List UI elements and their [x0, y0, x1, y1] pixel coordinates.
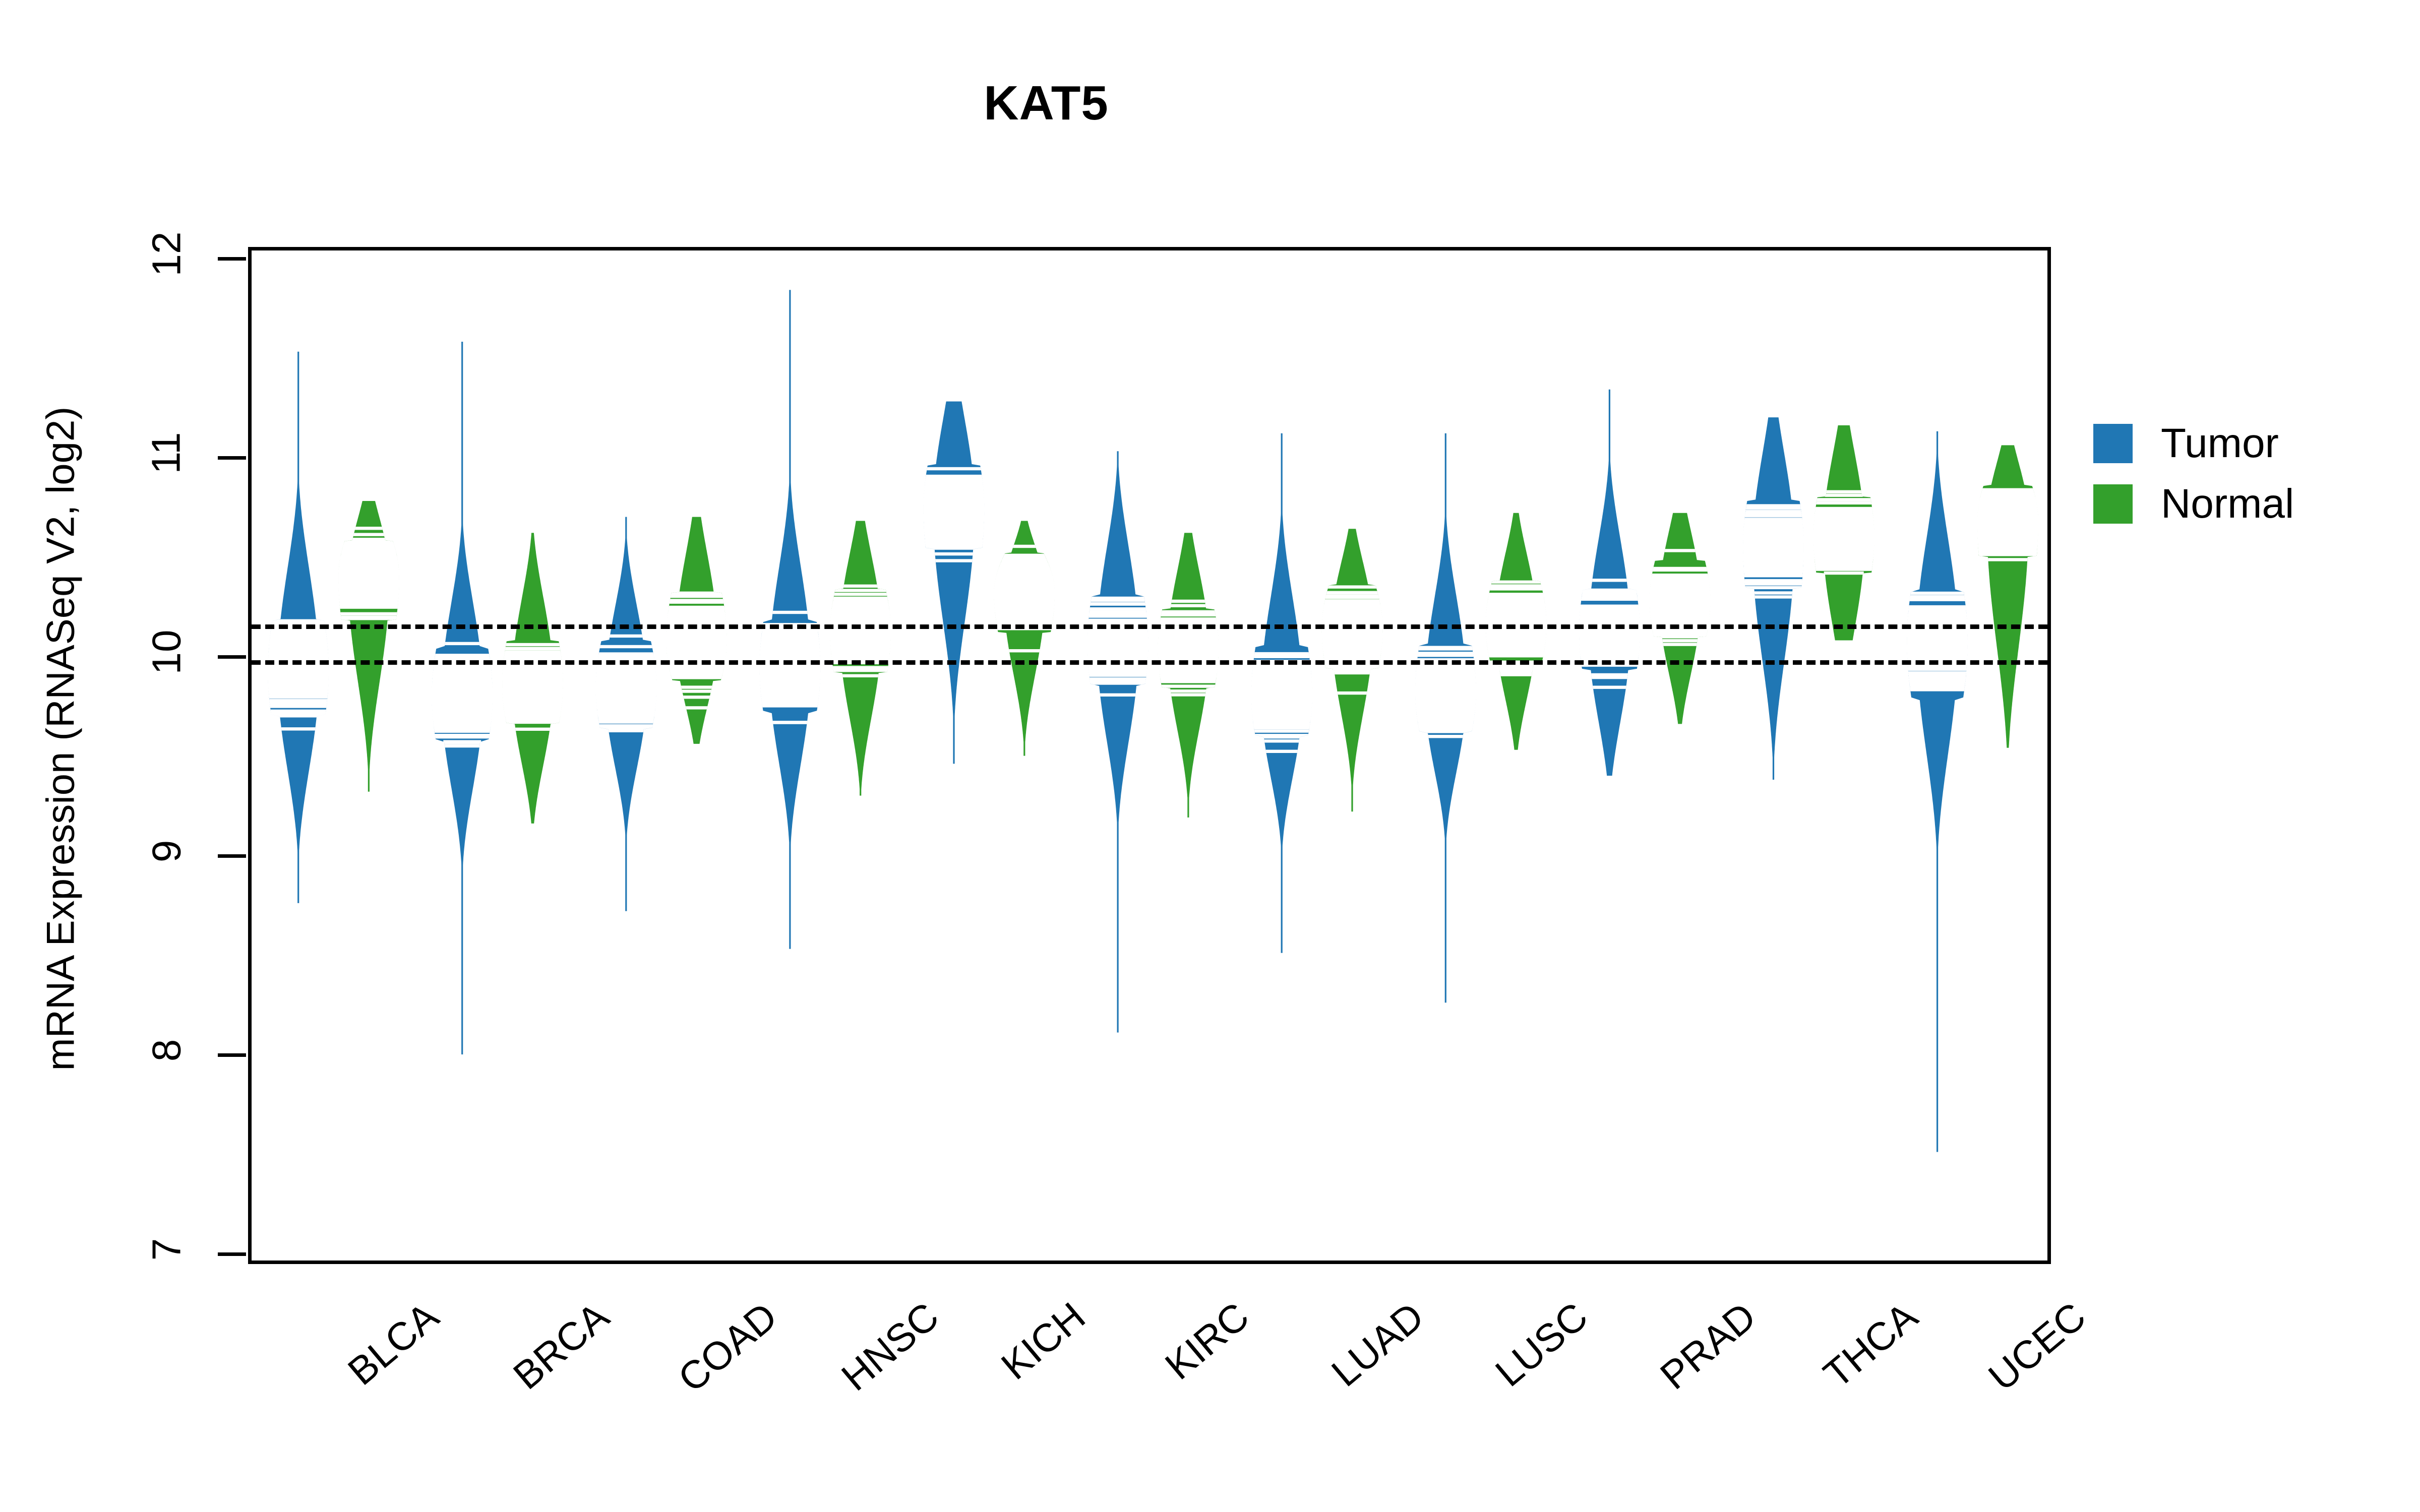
- violin-tumor-lusc: [1415, 433, 1476, 1003]
- violin-normal-ucec: [1977, 445, 2038, 748]
- median-line: [666, 637, 727, 644]
- median-line: [338, 573, 399, 581]
- violin-body: [1087, 451, 1148, 1033]
- violin-body: [1579, 389, 1640, 776]
- legend: Tumor Normal: [2093, 413, 2294, 534]
- x-tick-label-hnsc: HNSC: [833, 1293, 947, 1400]
- median-line: [1087, 641, 1148, 648]
- y-tick-mark: [218, 1053, 246, 1057]
- y-tick-label: 12: [126, 231, 207, 277]
- violin-tumor-ucec: [1907, 431, 1968, 1152]
- violin-tumor-thca: [1743, 417, 1804, 780]
- violin-normal-lusc: [1485, 513, 1547, 750]
- y-tick-label-text: 10: [143, 629, 189, 675]
- median-line: [1579, 628, 1640, 636]
- legend-swatch-tumor: [2093, 424, 2133, 463]
- median-line: [268, 668, 329, 676]
- legend-item-normal: Normal: [2093, 474, 2294, 534]
- x-tick-label-coad: COAD: [670, 1293, 785, 1401]
- plot-area: [248, 247, 2051, 1264]
- violin-normal-hnsc: [830, 521, 891, 796]
- reference-line: [252, 660, 2047, 665]
- median-line: [759, 664, 821, 672]
- y-tick-mark: [218, 1252, 246, 1256]
- violin-normal-kich: [994, 521, 1055, 756]
- y-tick-label-text: 11: [143, 432, 189, 474]
- chart-canvas: KAT5 mRNA Expression (RNASeq V2, log2) 7…: [0, 0, 2420, 1512]
- violin-normal-coad: [666, 517, 727, 744]
- median-line: [1415, 688, 1476, 696]
- y-tick-label: 7: [126, 1226, 207, 1273]
- y-tick-label-text: 12: [143, 231, 189, 277]
- violin-normal-luad: [1321, 529, 1383, 812]
- y-tick-mark: [218, 655, 246, 659]
- median-line: [595, 684, 656, 692]
- y-tick-label-text: 8: [144, 1039, 189, 1062]
- legend-swatch-normal: [2093, 484, 2133, 524]
- violin-sample-lines: [666, 591, 727, 710]
- x-tick-label-lusc: LUSC: [1487, 1293, 1596, 1395]
- y-axis-title: mRNA Expression (RNASeq V2, log2): [38, 406, 83, 1071]
- violin-normal-kirc: [1158, 533, 1219, 817]
- median-line: [1650, 597, 1711, 604]
- median-line: [432, 692, 493, 700]
- y-tick-mark: [218, 854, 246, 858]
- plot-inner: [252, 250, 2047, 1261]
- violin-tumor-coad: [595, 517, 656, 911]
- violin-tumor-prad: [1579, 389, 1640, 776]
- violin-body: [923, 401, 985, 764]
- violin-normal-prad: [1650, 513, 1711, 724]
- x-tick-label-luad: LUAD: [1323, 1293, 1432, 1395]
- violin-tumor-kich: [923, 401, 985, 764]
- y-tick-label: 10: [126, 629, 207, 675]
- violin-sample-lines: [1251, 652, 1312, 753]
- median-line: [1977, 517, 2038, 525]
- y-tick-label-text: 7: [144, 1238, 189, 1261]
- median-line: [994, 589, 1055, 596]
- median-line: [1907, 637, 1968, 644]
- violin-tumor-kirc: [1087, 451, 1148, 1033]
- violin-sample-lines: [923, 467, 985, 562]
- x-tick-label-prad: PRAD: [1652, 1293, 1765, 1398]
- y-tick-label: 9: [126, 828, 207, 874]
- violin-sample-lines: [1977, 488, 2038, 561]
- legend-label-tumor: Tumor: [2161, 420, 2279, 466]
- x-tick-label-kirc: KIRC: [1157, 1293, 1257, 1388]
- median-line: [1743, 543, 1804, 550]
- median-line: [1251, 692, 1312, 700]
- violin-layer: [268, 290, 2038, 1152]
- violin-sample-lines: [1813, 490, 1874, 575]
- violin-normal-brca: [502, 533, 563, 824]
- legend-item-tumor: Tumor: [2093, 413, 2294, 474]
- chart-title: KAT5: [984, 76, 1109, 130]
- median-line: [1813, 533, 1874, 541]
- violin-normal-blca: [338, 501, 399, 792]
- median-line: [830, 628, 891, 636]
- legend-label-normal: Normal: [2161, 481, 2294, 527]
- violin-tumor-brca: [432, 342, 493, 1055]
- violin-sample-lines: [1743, 504, 1804, 599]
- reference-line: [252, 624, 2047, 629]
- median-line: [923, 505, 985, 513]
- x-tick-label-ucec: UCEC: [1980, 1293, 2094, 1400]
- x-tick-label-blca: BLCA: [339, 1293, 447, 1394]
- y-tick-label: 11: [126, 430, 207, 476]
- x-tick-label-thca: THCA: [1815, 1293, 1926, 1397]
- y-tick-mark: [218, 456, 246, 460]
- x-tick-label-brca: BRCA: [504, 1293, 617, 1398]
- median-line: [1158, 645, 1219, 652]
- violin-body: [1907, 431, 1968, 1152]
- y-tick-label-text: 9: [144, 840, 189, 863]
- violin-tumor-luad: [1251, 433, 1312, 953]
- violin-normal-thca: [1813, 425, 1874, 641]
- violin-body: [759, 290, 821, 949]
- y-tick-label: 8: [126, 1027, 207, 1074]
- median-line: [502, 680, 563, 688]
- x-tick-label-kich: KICH: [993, 1293, 1094, 1388]
- violin-tumor-hnsc: [759, 290, 821, 949]
- y-tick-mark: [218, 257, 246, 261]
